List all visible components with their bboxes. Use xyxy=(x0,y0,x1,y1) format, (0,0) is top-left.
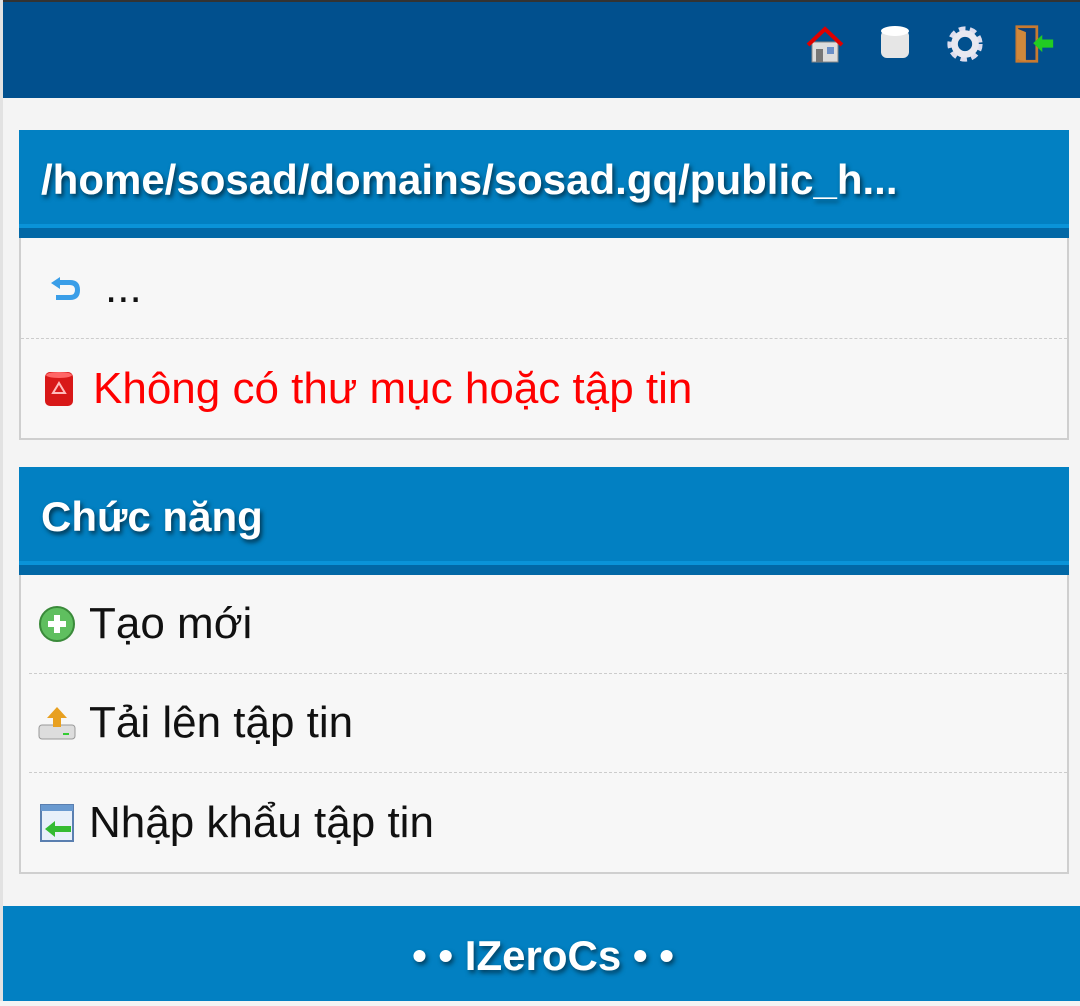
trash-icon xyxy=(39,369,79,409)
create-new-label: Tạo mới xyxy=(89,599,253,648)
functions-panel: Chức năng Tạo mới Tải lên tập tin Nhập k… xyxy=(19,467,1069,874)
import-icon xyxy=(37,803,77,843)
gear-icon[interactable] xyxy=(945,22,985,66)
empty-message-row: Không có thư mục hoặc tập tin xyxy=(21,339,1067,438)
current-path-title: /home/sosad/domains/sosad.gq/public_h... xyxy=(19,130,1069,238)
functions-title: Chức năng xyxy=(19,467,1069,575)
upload-icon xyxy=(37,703,77,743)
database-icon[interactable] xyxy=(875,22,915,66)
parent-directory-label: ... xyxy=(105,263,142,312)
upload-file-item[interactable]: Tải lên tập tin xyxy=(29,674,1067,773)
import-file-item[interactable]: Nhập khẩu tập tin xyxy=(29,773,1067,872)
create-new-item[interactable]: Tạo mới xyxy=(29,575,1067,674)
path-panel: /home/sosad/domains/sosad.gq/public_h...… xyxy=(19,130,1069,440)
footer: • • IZeroCs • • xyxy=(3,906,1080,1001)
logout-icon[interactable] xyxy=(1015,22,1055,66)
home-icon[interactable] xyxy=(805,22,845,66)
import-file-label: Nhập khẩu tập tin xyxy=(89,797,434,847)
back-arrow-icon xyxy=(45,268,85,308)
add-icon xyxy=(37,604,77,644)
top-bar xyxy=(3,0,1080,98)
parent-directory-link[interactable]: ... xyxy=(21,238,1067,339)
empty-message: Không có thư mục hoặc tập tin xyxy=(93,363,693,413)
upload-file-label: Tải lên tập tin xyxy=(89,698,354,747)
